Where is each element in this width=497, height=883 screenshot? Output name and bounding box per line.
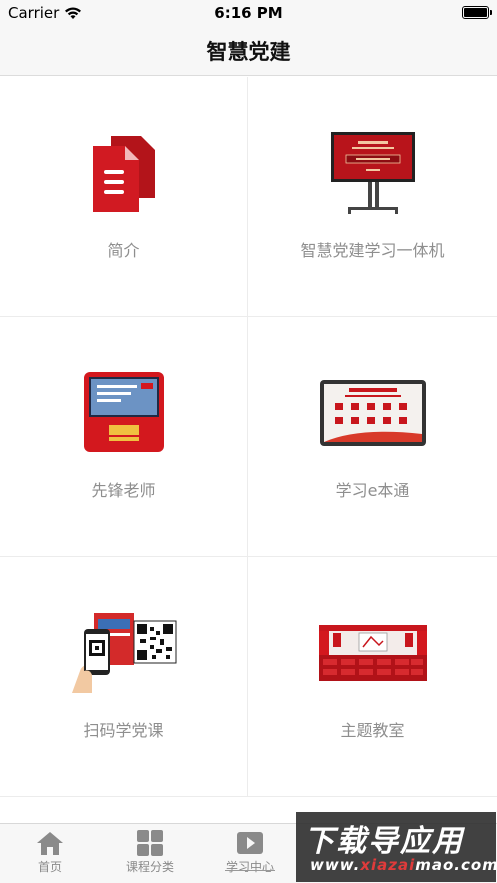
grid-item-pioneer-teacher[interactable]: 先锋老师: [0, 317, 248, 557]
grid-item-e-study[interactable]: 学习e本通: [248, 317, 497, 557]
watermark-title: 下载导应用: [304, 824, 464, 859]
grid-item-label: 学习e本通: [335, 481, 410, 500]
play-icon: [237, 832, 263, 854]
qr-phone-image: [71, 613, 176, 693]
tab-underline: [225, 870, 275, 871]
feature-grid: 简介 智慧党建学习一体机 先锋老师 学习e本通 扫码学党课 主题教室: [0, 77, 497, 797]
tab-label: 学习中心: [225, 860, 274, 874]
tab-label: 课程分类: [125, 860, 174, 874]
watermark-url: www.xiazaimao.com: [310, 856, 497, 874]
document-icon: [93, 136, 155, 212]
battery-full-icon: [462, 6, 492, 19]
grid-item-label: 扫码学党课: [83, 721, 164, 740]
tab-label: 首页: [37, 860, 62, 874]
home-icon: [37, 832, 63, 855]
grid-item-scan-course[interactable]: 扫码学党课: [0, 557, 248, 797]
grid-item-label: 主题教室: [340, 721, 405, 740]
watermark-logo: 下载导应用 www.xiazaimao.com: [296, 812, 497, 882]
grid-item-kiosk[interactable]: 智慧党建学习一体机: [248, 77, 497, 317]
grid-icon: [137, 830, 163, 856]
grid-item-label: 先锋老师: [91, 481, 156, 500]
tab-learning-center[interactable]: 学习中心: [200, 830, 300, 882]
tab-home[interactable]: 首页: [0, 830, 100, 882]
page-title: 智慧党建: [206, 40, 291, 64]
grid-item-label: 简介: [107, 241, 140, 260]
grid-item-intro[interactable]: 简介: [0, 77, 248, 317]
tab-course-categories[interactable]: 课程分类: [100, 830, 200, 882]
display-kiosk-image: [330, 132, 415, 214]
status-bar: Carrier 6:16 PM: [0, 0, 497, 26]
classroom-image: [318, 625, 427, 681]
nav-bar: 智慧党建: [0, 26, 497, 76]
tablet-image: [319, 380, 426, 446]
grid-item-label: 智慧党建学习一体机: [300, 241, 445, 260]
red-terminal-image: [83, 372, 164, 452]
grid-item-theme-classroom[interactable]: 主题教室: [248, 557, 497, 797]
status-time: 6:16 PM: [214, 4, 283, 22]
